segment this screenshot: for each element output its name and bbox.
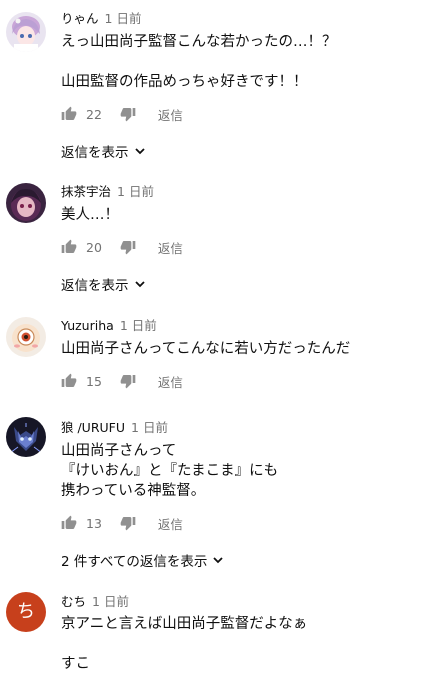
like-count: 20 (86, 239, 102, 255)
like-count: 13 (86, 515, 102, 531)
timestamp[interactable]: 1 日前 (131, 420, 168, 435)
show-replies-label: 2 件すべての返信を表示 (61, 554, 208, 570)
comment-text-line: 山田尚子さんって (61, 443, 177, 459)
thumbs-down-icon (120, 108, 136, 122)
author-name[interactable]: 抹茶宇治 (61, 184, 111, 199)
timestamp[interactable]: 1 日前 (117, 184, 154, 199)
show-replies-button[interactable]: 返信を表示 (61, 141, 146, 161)
like-button[interactable]: 20 (61, 239, 102, 255)
comment-text-line: 京アニと言えば山田尚子監督だよなぁ (61, 616, 308, 632)
avatar-urufu[interactable] (6, 417, 46, 457)
reply-button[interactable]: 返信 (158, 514, 183, 533)
avatar-ryan[interactable] (6, 12, 46, 52)
comment-header: むち 1 日前 (61, 594, 129, 610)
like-count: 15 (86, 373, 102, 389)
comment-text-line: えっ山田尚子監督こんな若かったの…！？ (61, 34, 337, 50)
anime-girl-avatar-icon (6, 12, 46, 52)
author-name[interactable]: りゃん (61, 11, 99, 26)
dislike-button[interactable] (120, 515, 136, 531)
author-name[interactable]: むち (61, 594, 86, 609)
comment-text-line: 山田尚子さんってこんなに若い方だったんだ (61, 341, 351, 357)
like-button[interactable]: 15 (61, 373, 102, 389)
chevron-down-icon (134, 278, 146, 290)
dislike-button[interactable] (120, 106, 136, 122)
chevron-down-icon (134, 145, 146, 157)
comment-text-line: 美人…！ (61, 207, 119, 223)
comment-text-line: 携わっている神監督。 (61, 483, 206, 499)
thumbs-up-icon (61, 515, 77, 529)
comment-header: Yuzuriha 1 日前 (61, 318, 157, 334)
thumbs-down-icon (120, 517, 136, 531)
comment-header: 抹茶宇治 1 日前 (61, 184, 154, 200)
like-button[interactable]: 13 (61, 515, 102, 531)
avatar-letter: ち (17, 601, 35, 622)
show-replies-label: 返信を表示 (61, 278, 129, 294)
comment-text-line: すこ (61, 656, 90, 672)
anime-character-avatar-icon (6, 183, 46, 223)
reply-button[interactable]: 返信 (158, 105, 183, 124)
like-count: 22 (86, 106, 102, 122)
timestamp[interactable]: 1 日前 (105, 11, 142, 26)
thumbs-down-icon (120, 241, 136, 255)
thumbs-up-icon (61, 239, 77, 253)
comment-text-line: 『けいおん』と『たまこま』にも (61, 463, 279, 479)
comment-actions: 22 返信 (61, 104, 183, 124)
timestamp[interactable]: 1 日前 (92, 594, 129, 609)
avatar-matcha[interactable] (6, 183, 46, 223)
avatar-yuzuriha[interactable] (6, 317, 46, 357)
reply-button[interactable]: 返信 (158, 372, 183, 391)
thumbs-up-icon (61, 373, 77, 387)
timestamp[interactable]: 1 日前 (120, 318, 157, 333)
dislike-button[interactable] (120, 239, 136, 255)
dislike-button[interactable] (120, 373, 136, 389)
reply-button[interactable]: 返信 (158, 238, 183, 257)
avatar-muchi[interactable]: ち (6, 592, 46, 632)
thumbs-down-icon (120, 375, 136, 389)
show-replies-label: 返信を表示 (61, 145, 129, 161)
chevron-down-icon (212, 554, 224, 566)
show-replies-button[interactable]: 2 件すべての返信を表示 (61, 550, 224, 570)
thumbs-up-icon (61, 106, 77, 120)
comment-header: 狼 /URUFU 1 日前 (61, 420, 168, 436)
author-name[interactable]: 狼 /URUFU (61, 420, 125, 435)
eye-character-avatar-icon (6, 317, 46, 357)
comment-actions: 20 返信 (61, 237, 183, 257)
comment-text-line: 山田監督の作品めっちゃ好きです！！ (61, 74, 308, 90)
like-button[interactable]: 22 (61, 106, 102, 122)
show-replies-button[interactable]: 返信を表示 (61, 274, 146, 294)
wolf-avatar-icon (6, 417, 46, 457)
comment-actions: 15 返信 (61, 371, 183, 391)
author-name[interactable]: Yuzuriha (61, 318, 114, 333)
comment-header: りゃん 1 日前 (61, 11, 141, 27)
comment-actions: 13 返信 (61, 513, 183, 533)
